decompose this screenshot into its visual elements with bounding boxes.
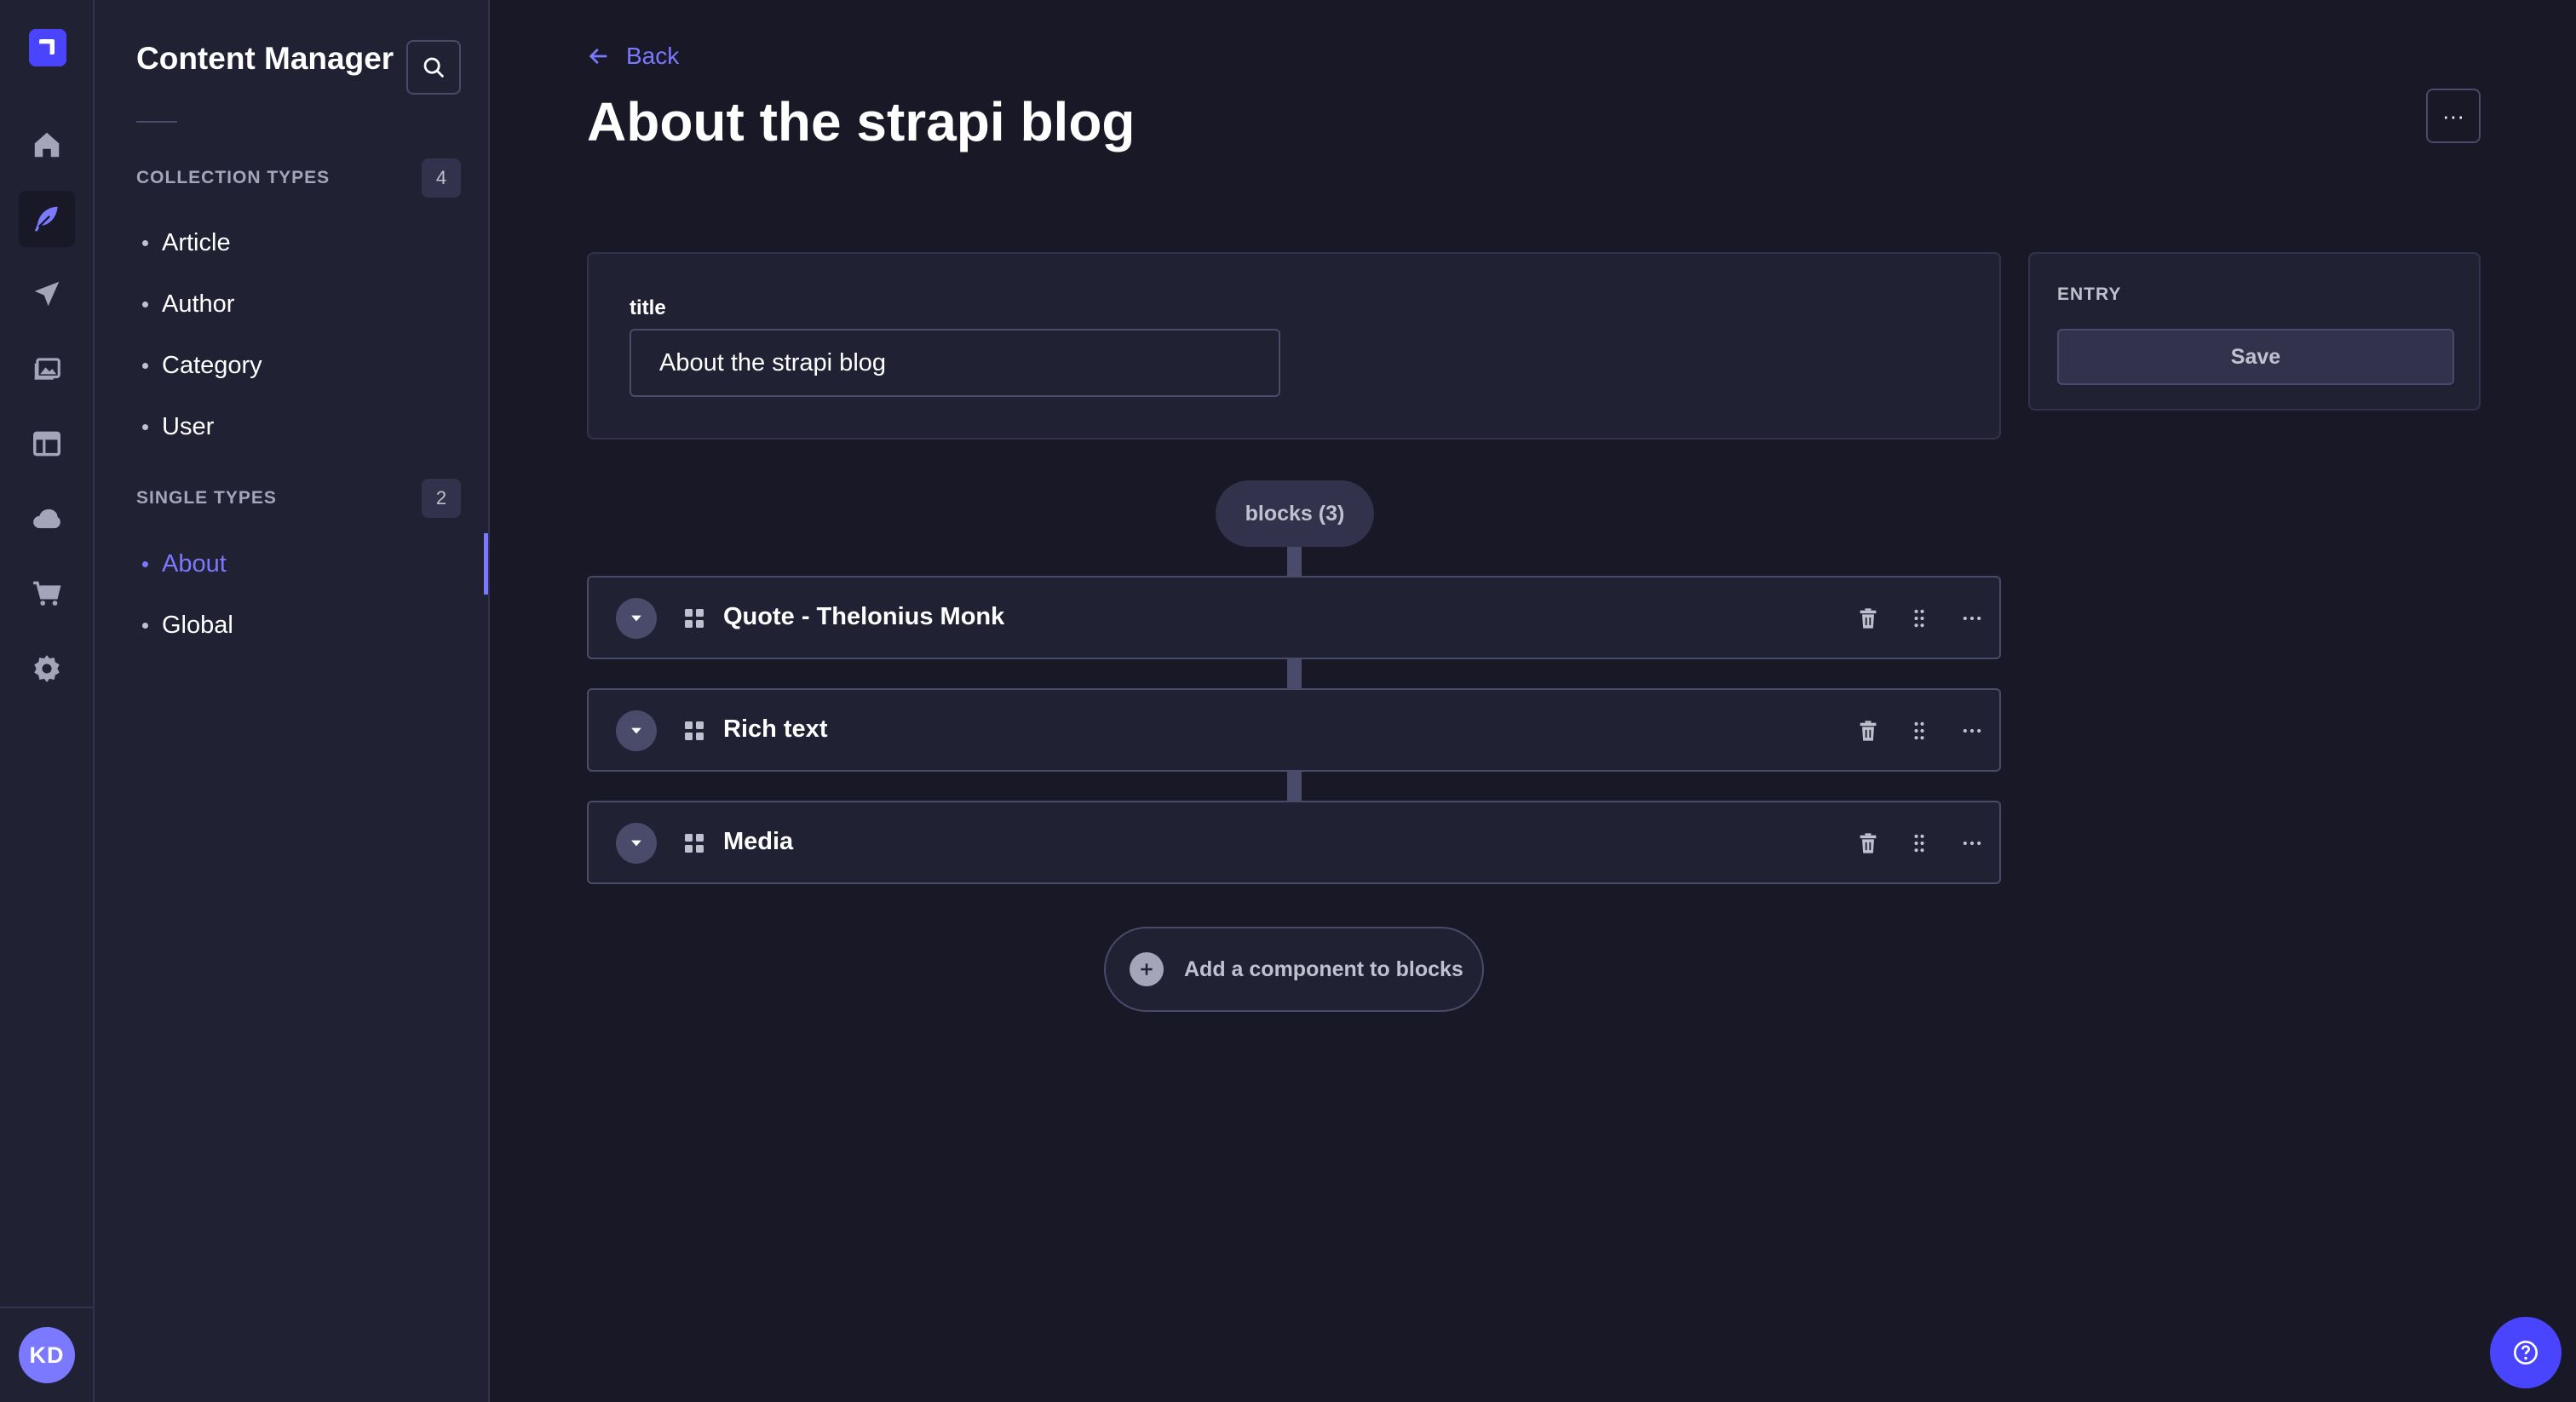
blocks-count-pill: blocks (3) <box>1216 480 1374 547</box>
add-component-label: Add a component to blocks <box>1184 957 1463 981</box>
block-item[interactable]: Media <box>587 801 2001 884</box>
component-grid-icon <box>685 834 704 853</box>
question-circle-icon <box>2514 1341 2538 1365</box>
block-title: Quote - Thelonius Monk <box>723 603 1005 630</box>
expand-toggle[interactable] <box>616 710 657 751</box>
bullet-icon <box>142 560 148 567</box>
title-field-label: title <box>630 296 666 319</box>
sidebar-item-about[interactable]: About <box>34 538 387 589</box>
back-link[interactable]: Back <box>587 43 679 70</box>
search-button[interactable] <box>406 40 461 95</box>
bullet-icon <box>142 239 148 246</box>
title-field-card: title <box>587 252 2001 440</box>
expand-toggle[interactable] <box>616 823 657 864</box>
block-title: Media <box>723 828 794 855</box>
help-button[interactable] <box>2490 1317 2562 1388</box>
chevron-down-icon <box>631 727 641 734</box>
more-actions-button[interactable]: ··· <box>2426 89 2481 143</box>
strapi-logo-icon[interactable] <box>29 29 66 66</box>
sidebar-item-label: Global <box>162 611 233 639</box>
single-types-label: SINGLE TYPES <box>136 488 277 508</box>
sidebar-item-label: Author <box>162 290 235 318</box>
add-component-button[interactable]: Add a component to blocks <box>1104 927 1484 1012</box>
bullet-icon <box>142 301 148 307</box>
connector-line <box>1287 547 1302 576</box>
block-item[interactable]: Quote - Thelonius Monk <box>587 576 2001 659</box>
sidebar-item-global[interactable]: Global <box>34 600 387 651</box>
sidebar-item-label: Category <box>162 351 262 379</box>
block-item[interactable]: Rich text <box>587 688 2001 772</box>
sidebar-item-article[interactable]: Article <box>34 217 387 268</box>
trash-icon[interactable] <box>1849 712 1887 750</box>
sidebar-item-category[interactable]: Category <box>34 340 387 391</box>
component-grid-icon <box>685 721 704 740</box>
more-icon[interactable] <box>1953 825 1991 862</box>
collection-types-count-badge: 4 <box>422 158 461 198</box>
bullet-icon <box>142 423 148 430</box>
trash-icon[interactable] <box>1849 600 1887 637</box>
plus-circle-icon <box>1130 952 1164 986</box>
chevron-down-icon <box>631 615 641 622</box>
entry-panel-label: ENTRY <box>2057 284 2122 304</box>
bullet-icon <box>142 362 148 369</box>
sidebar-item-label: About <box>162 549 227 577</box>
subnav-divider <box>136 121 177 123</box>
page-title: About the strapi blog <box>587 91 1136 152</box>
entry-panel: ENTRY Save <box>2028 252 2481 411</box>
content-manager-subnav: Content Manager COLLECTION TYPES 4 Artic… <box>95 0 490 1402</box>
single-types-count-badge: 2 <box>422 479 461 518</box>
drag-handle-icon[interactable] <box>1900 600 1938 637</box>
drag-handle-icon[interactable] <box>1900 712 1938 750</box>
expand-toggle[interactable] <box>616 598 657 639</box>
component-grid-icon <box>685 609 704 628</box>
more-icon[interactable] <box>1953 600 1991 637</box>
back-label: Back <box>626 43 680 69</box>
more-icon[interactable] <box>1953 712 1991 750</box>
connector-line <box>1287 772 1302 801</box>
connector-line <box>1287 659 1302 688</box>
subnav-title: Content Manager <box>136 41 394 76</box>
main-content: Back About the strapi blog ··· title ENT… <box>490 0 2576 1402</box>
search-icon <box>423 57 445 78</box>
sidebar-item-label: User <box>162 412 215 440</box>
collection-types-label: COLLECTION TYPES <box>136 168 331 187</box>
bullet-icon <box>142 622 148 629</box>
save-button[interactable]: Save <box>2057 329 2454 385</box>
active-item-indicator <box>484 533 488 595</box>
avatar[interactable]: KD <box>19 1327 75 1383</box>
chevron-down-icon <box>631 840 641 847</box>
sidebar-item-user[interactable]: User <box>34 401 387 452</box>
drag-handle-icon[interactable] <box>1900 825 1938 862</box>
block-title: Rich text <box>723 715 828 743</box>
main-nav-rail: KD <box>0 0 95 1402</box>
rail-divider <box>0 1307 95 1308</box>
sidebar-item-author[interactable]: Author <box>34 279 387 330</box>
home-icon[interactable] <box>19 117 75 173</box>
arrow-left-icon <box>589 48 607 65</box>
title-input[interactable] <box>630 329 1280 397</box>
trash-icon[interactable] <box>1849 825 1887 862</box>
sidebar-item-label: Article <box>162 228 231 256</box>
